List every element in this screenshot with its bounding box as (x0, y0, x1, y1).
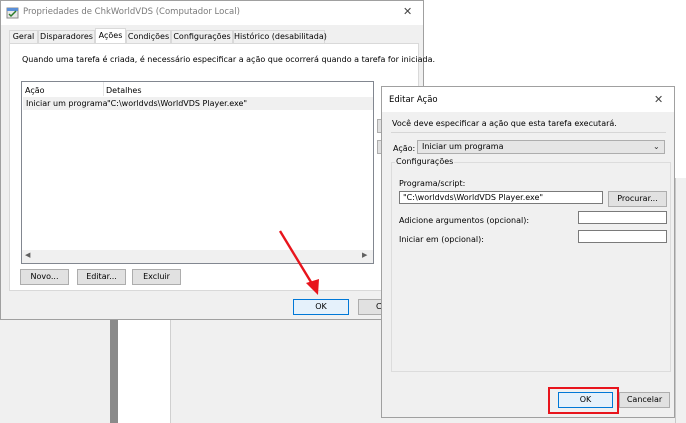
background-rule (170, 320, 171, 423)
tab-acoes[interactable]: Ações (95, 28, 126, 44)
background-divider (110, 320, 118, 423)
separator (391, 132, 666, 133)
scroll-left-icon[interactable]: ◀ (25, 251, 30, 259)
tab-condicoes[interactable]: Condições (126, 30, 171, 43)
start-in-label: Iniciar em (opcional): (399, 235, 484, 244)
program-field[interactable]: "C:\worldvds\WorldVDS Player.exe" (399, 191, 603, 204)
edit-cancel-button[interactable]: Cancelar (619, 392, 670, 408)
tab-configuracoes[interactable]: Configurações (171, 30, 233, 43)
row-details: "C:\worldvds\WorldVDS Player.exe" (107, 99, 248, 108)
column-divider (103, 82, 104, 96)
row-action: Iniciar um programa (26, 99, 108, 108)
close-icon[interactable]: ✕ (403, 5, 412, 18)
action-label: Ação: (393, 144, 416, 153)
program-label: Programa/script: (399, 179, 466, 188)
edit-instruction: Você deve especificar a ação que esta ta… (392, 119, 617, 128)
settings-group-title: Configurações (395, 157, 455, 166)
window-title: Propriedades de ChkWorldVDS (Computador … (23, 7, 240, 17)
actions-tab-page: Quando uma tarefa é criada, é necessário… (9, 43, 435, 291)
column-header-acao[interactable]: Ação (25, 86, 45, 95)
action-select[interactable]: Iniciar um programa ⌄ (417, 140, 665, 154)
column-header-detalhes[interactable]: Detalhes (106, 86, 142, 95)
annotation-arrow (278, 230, 319, 295)
edit-dialog-titlebar: Editar Ação ✕ (382, 87, 674, 112)
arrow-shaft (278, 230, 316, 288)
action-select-value: Iniciar um programa (422, 142, 504, 151)
delete-action-button[interactable]: Excluir (132, 269, 181, 285)
chevron-down-icon: ⌄ (653, 142, 660, 151)
edit-dialog-title: Editar Ação (389, 95, 438, 105)
arguments-field[interactable] (578, 211, 667, 224)
actions-description: Quando uma tarefa é criada, é necessário… (22, 55, 436, 64)
edit-action-button[interactable]: Editar... (77, 269, 126, 285)
browse-button[interactable]: Procurar... (608, 191, 667, 207)
edit-ok-button[interactable]: OK (558, 392, 613, 408)
properties-window: Propriedades de ChkWorldVDS (Computador … (0, 0, 435, 320)
tab-disparadores[interactable]: Disparadores (38, 30, 95, 43)
close-icon[interactable]: ✕ (654, 93, 663, 106)
ok-button[interactable]: OK (293, 299, 349, 315)
task-icon (6, 6, 19, 19)
new-action-button[interactable]: Novo... (20, 269, 69, 285)
tab-geral[interactable]: Geral (9, 30, 38, 43)
table-row[interactable]: Iniciar um programa "C:\worldvds\WorldVD… (23, 97, 373, 110)
arguments-label: Adicione argumentos (opcional): (399, 216, 530, 225)
scroll-right-icon[interactable]: ▶ (362, 251, 367, 259)
arrow-head (306, 279, 319, 295)
start-in-field[interactable] (578, 230, 667, 243)
tab-historico[interactable]: Histórico (desabilitada) (233, 30, 327, 43)
properties-titlebar: Propriedades de ChkWorldVDS (Computador … (1, 1, 423, 25)
edit-action-dialog: Editar Ação ✕ Você deve especificar a aç… (381, 86, 675, 418)
background-edge (675, 178, 686, 423)
background-panel (118, 320, 170, 423)
